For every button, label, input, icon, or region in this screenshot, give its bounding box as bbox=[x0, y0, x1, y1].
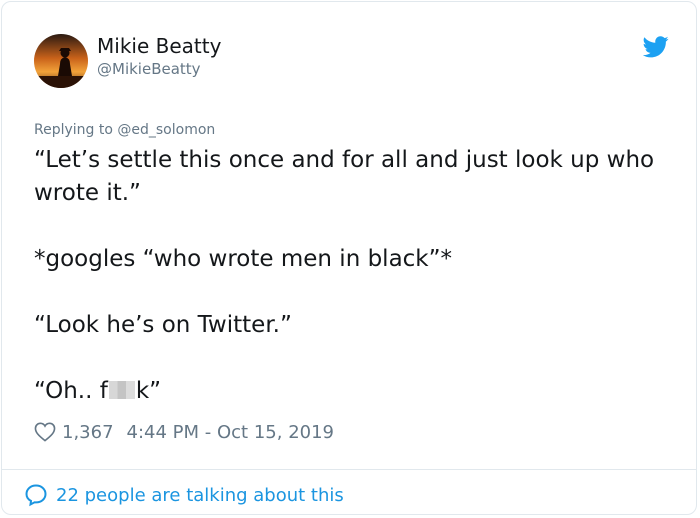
tweet-meta: 1,367 4:44 PM - Oct 15, 2019 bbox=[34, 420, 334, 444]
tweet-paragraph-3: “Look he’s on Twitter.” bbox=[34, 312, 292, 338]
conversation-link[interactable]: 22 people are talking about this bbox=[24, 483, 344, 507]
tweet-text: “Let’s settle this once and for all and … bbox=[34, 144, 664, 408]
timestamp[interactable]: 4:44 PM - Oct 15, 2019 bbox=[127, 422, 334, 443]
tweet-paragraph-2: *googles “who wrote men in black”* bbox=[34, 246, 453, 272]
conversation-label[interactable]: 22 people are talking about this bbox=[56, 485, 344, 506]
twitter-bird-icon[interactable] bbox=[643, 36, 669, 58]
tweet-paragraph-4: “Oh.. f k” bbox=[34, 375, 664, 408]
tweet-paragraph-4-end: k” bbox=[135, 378, 162, 404]
heart-icon[interactable] bbox=[34, 422, 56, 442]
tweet-card: Mikie Beatty @MikieBeatty Replying to @e… bbox=[1, 1, 697, 515]
divider bbox=[2, 469, 696, 470]
silhouette-sunset-avatar bbox=[34, 34, 88, 88]
censor-pixelation bbox=[108, 381, 135, 399]
reply-context[interactable]: Replying to @ed_solomon bbox=[34, 122, 215, 138]
like-count[interactable]: 1,367 bbox=[62, 422, 114, 443]
author-name[interactable]: Mikie Beatty bbox=[97, 34, 221, 58]
tweet-paragraph-1: “Let’s settle this once and for all and … bbox=[34, 147, 655, 206]
tweet-paragraph-4-start: “Oh.. f bbox=[34, 378, 108, 404]
author-handle[interactable]: @MikieBeatty bbox=[97, 60, 201, 78]
speech-bubble-icon bbox=[25, 484, 47, 507]
avatar[interactable] bbox=[34, 34, 88, 88]
